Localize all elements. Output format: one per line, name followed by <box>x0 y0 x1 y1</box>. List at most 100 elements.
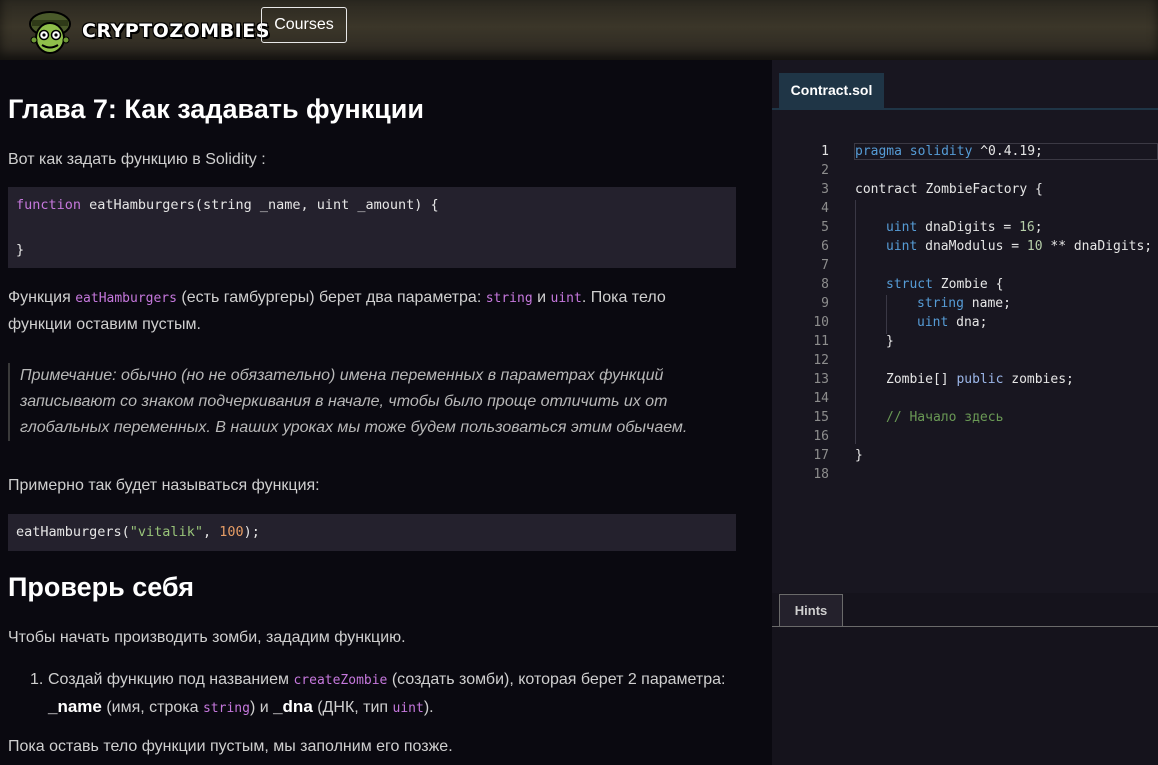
code-keyword: function <box>16 197 82 213</box>
code-number: 10 <box>1026 239 1043 254</box>
inline-code: uint <box>392 701 424 716</box>
inline-code: string <box>202 701 250 716</box>
text: (создать зомби), которая берет 2 парамет… <box>387 671 726 688</box>
inline-code: eatHamburgers <box>75 291 177 306</box>
code-keyword: string <box>917 296 964 311</box>
line-number: 13 <box>813 372 829 387</box>
line-number: 2 <box>821 163 829 178</box>
section-title: Проверь себя <box>8 572 194 602</box>
hints-tab[interactable]: Hints <box>779 594 843 627</box>
line-number: 15 <box>813 410 829 425</box>
call-example-text: Примерно так будет называться функция: <box>8 477 320 494</box>
line-number: 17 <box>813 448 829 463</box>
text: ) и <box>249 699 274 716</box>
code-text: ^0.4.19; <box>972 144 1043 159</box>
code-line-5: uint dnaDigits = 16; <box>886 220 1043 235</box>
line-number: 8 <box>821 277 829 292</box>
indent-guide <box>886 295 887 334</box>
code-text: ; <box>1034 220 1043 235</box>
section-intro: Чтобы начать производить зомби, зададим … <box>8 629 406 646</box>
text: и <box>532 289 551 306</box>
code-editor-panel: Contract.sol 1 2 3 4 5 6 7 8 9 10 11 12 … <box>772 60 1158 765</box>
inline-code: string <box>485 291 533 306</box>
line-number: 10 <box>813 315 829 330</box>
line-number: 7 <box>821 258 829 273</box>
zombie-head-icon <box>29 11 71 54</box>
outro-text: Пока оставь тело функции пустым, мы запо… <box>8 738 453 755</box>
code-editor[interactable]: 1 2 3 4 5 6 7 8 9 10 11 12 13 14 15 16 1… <box>772 110 1158 630</box>
code-text: dna; <box>948 315 988 330</box>
code-line-3: contract ZombieFactory { <box>855 182 1043 197</box>
code-text: eatHamburgers(string _name, uint _amount… <box>81 197 439 213</box>
code-text: zombies; <box>1003 372 1074 387</box>
line-number: 9 <box>821 296 829 311</box>
code-line-1: pragma solidity ^0.4.19; <box>855 144 1043 159</box>
code-text: , <box>202 524 220 540</box>
editor-tabbar: Contract.sol <box>772 60 1158 110</box>
lesson-title: Глава 7: Как задавать функции <box>8 94 424 124</box>
bold-param: _dna <box>273 697 313 716</box>
code-example-function: function eatHamburgers(string _name, uin… <box>8 187 736 268</box>
code-line-11: } <box>886 334 894 349</box>
code-line: function eatHamburgers(string _name, uin… <box>16 197 439 213</box>
code-line-15-comment: // Начало здесь <box>886 410 1004 425</box>
code-example-call: eatHamburgers("vitalik", 100); <box>8 514 736 551</box>
top-header: CRYPTOZOMBIES Courses <box>0 0 1158 60</box>
text: (ДНК, тип <box>312 699 393 716</box>
code-line-9: string name; <box>917 296 1011 311</box>
code-text: dnaModulus = <box>917 239 1027 254</box>
code-text: name; <box>963 296 1011 311</box>
courses-button[interactable]: Courses <box>261 7 347 43</box>
code-line-17: } <box>855 448 863 463</box>
tab-contract-sol[interactable]: Contract.sol <box>779 73 884 110</box>
code-line-6: uint dnaModulus = 10 ** dnaDigits; <box>886 239 1152 254</box>
code-line-13: Zombie[] public zombies; <box>886 372 1074 387</box>
line-number: 18 <box>813 467 829 482</box>
bold-param: _name <box>48 697 102 716</box>
text: Создай функцию под названием <box>48 671 294 688</box>
code-keyword: pragma solidity <box>855 144 973 159</box>
line-number: 5 <box>821 220 829 235</box>
code-string: "vitalik" <box>129 524 203 540</box>
inline-code: uint <box>550 291 582 306</box>
code-line: } <box>16 242 25 258</box>
logo-text: CRYPTOZOMBIES <box>82 20 270 42</box>
line-number: 11 <box>813 334 829 349</box>
code-keyword: public <box>956 372 1004 387</box>
lesson-panel: Глава 7: Как задавать функции Вот как за… <box>0 60 772 765</box>
hints-divider <box>772 626 1158 627</box>
line-number: 6 <box>821 239 829 254</box>
line-number: 3 <box>821 182 829 197</box>
text: (есть гамбургеры) берет два параметра: <box>176 289 486 306</box>
text: Функция <box>8 289 76 306</box>
task-list-item: 1. Создай функцию под названием createZo… <box>30 667 728 722</box>
code-text: ); <box>243 524 260 540</box>
code-text: ** dnaDigits; <box>1042 239 1153 254</box>
line-number: 12 <box>813 353 829 368</box>
code-line: eatHamburgers("vitalik", 100); <box>16 524 260 540</box>
code-keyword: uint <box>886 239 918 254</box>
code-text: eatHamburgers( <box>16 524 130 540</box>
cryptozombies-logo[interactable]: CRYPTOZOMBIES <box>24 4 269 56</box>
code-text: Zombie { <box>932 277 1004 292</box>
code-text: dnaDigits = <box>917 220 1020 235</box>
line-number: 1 <box>821 144 829 159</box>
text: (имя, строка <box>101 699 203 716</box>
code-number: 16 <box>1019 220 1035 235</box>
inline-code: createZombie <box>293 673 388 688</box>
line-number: 16 <box>813 429 829 444</box>
note-blockquote: Примечание: обычно (но не обязательно) и… <box>8 363 740 441</box>
line-number: 14 <box>813 391 829 406</box>
list-number: 1. <box>30 671 44 688</box>
code-line-10: uint dna; <box>917 315 987 330</box>
code-number: 100 <box>219 524 244 540</box>
intro-text: Вот как задать функцию в Solidity : <box>8 151 266 168</box>
params-paragraph: Функция eatHamburgers (есть гамбургеры) … <box>8 285 728 338</box>
code-keyword: uint <box>886 220 918 235</box>
line-number: 4 <box>821 201 829 216</box>
text: ). <box>423 699 434 716</box>
code-keyword: uint <box>917 315 949 330</box>
hints-panel: Hints <box>772 593 1158 765</box>
code-line-8: struct Zombie { <box>886 277 1003 292</box>
code-keyword: struct <box>886 277 933 292</box>
